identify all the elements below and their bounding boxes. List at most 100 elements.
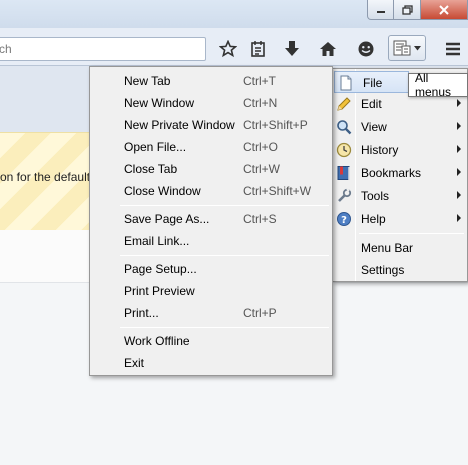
notification-text: on for the default <box>0 170 91 184</box>
all-menus-item-help[interactable]: ? Help <box>333 208 467 230</box>
menu-item-label: Work Offline <box>124 334 190 348</box>
download-icon <box>285 41 299 56</box>
all-menus-item-menu-bar[interactable]: Menu Bar <box>333 237 467 259</box>
menu-item-shortcut: Ctrl+O <box>243 140 279 154</box>
menu-item-new-tab[interactable]: New Tab Ctrl+T <box>90 70 332 92</box>
all-menus-item-tools[interactable]: Tools <box>333 185 467 207</box>
star-icon <box>219 40 237 58</box>
menu-item-label: New Window <box>124 96 195 110</box>
maximize-button[interactable] <box>394 0 421 20</box>
home-button[interactable] <box>316 37 340 61</box>
bookmark-star-button[interactable] <box>216 37 240 61</box>
all-menus-item-label: Menu Bar <box>361 241 414 255</box>
menu-item-print-preview[interactable]: Print Preview <box>90 280 332 302</box>
menu-item-label: New Tab <box>124 74 171 88</box>
menu-item-label: Email Link... <box>124 234 190 248</box>
hamburger-menu-icon <box>446 42 460 56</box>
all-menus-item-label: Help <box>361 212 386 226</box>
clock-icon <box>336 142 352 158</box>
search-input[interactable]: rch <box>0 37 206 61</box>
all-menus-item-label: View <box>361 120 387 134</box>
menu-separator <box>120 255 329 256</box>
menu-item-shortcut: Ctrl+T <box>243 74 276 88</box>
menu-item-close-tab[interactable]: Close Tab Ctrl+W <box>90 158 332 180</box>
all-menus-icon <box>393 40 411 56</box>
menu-item-label: New Private Window <box>124 118 235 132</box>
menu-item-shortcut: Ctrl+N <box>243 96 278 110</box>
minimize-button[interactable] <box>367 0 394 20</box>
menu-item-email-link[interactable]: Email Link... <box>90 230 332 252</box>
tools-icon <box>338 188 352 202</box>
smiley-icon <box>358 41 374 57</box>
menu-item-label: Open File... <box>124 140 187 154</box>
help-icon: ? <box>337 212 351 226</box>
menu-separator <box>120 327 329 328</box>
menu-item-shortcut: Ctrl+S <box>243 212 277 226</box>
window-titlebar <box>0 0 468 28</box>
all-menus-item-bookmarks[interactable]: Bookmarks <box>333 162 467 184</box>
menu-item-work-offline[interactable]: Work Offline <box>90 330 332 352</box>
navigation-toolbar: rch <box>0 28 468 66</box>
menu-item-print[interactable]: Print... Ctrl+P <box>90 302 332 324</box>
window-controls <box>367 0 468 20</box>
home-icon <box>320 42 336 56</box>
submenu-arrow-icon <box>457 191 461 199</box>
chevron-down-icon <box>414 45 421 50</box>
all-menus-item-label: Edit <box>361 97 382 111</box>
open-menu-button[interactable] <box>441 37 465 61</box>
search-placeholder: rch <box>0 42 12 56</box>
menu-item-new-window[interactable]: New Window Ctrl+N <box>90 92 332 114</box>
all-menus-dropdown: File Edit View History Bookmarks Tools ?… <box>332 68 468 282</box>
close-window-button[interactable] <box>421 0 468 20</box>
submenu-arrow-icon <box>457 168 461 176</box>
menu-item-label: Exit <box>124 356 145 370</box>
file-icon <box>340 75 352 91</box>
bookmarks-icon <box>337 166 350 180</box>
menu-item-label: Save Page As... <box>124 212 210 226</box>
menu-item-shortcut: Ctrl+W <box>243 162 280 176</box>
submenu-arrow-icon <box>457 99 461 107</box>
menu-item-new-private-window[interactable]: New Private Window Ctrl+Shift+P <box>90 114 332 136</box>
reading-list-button[interactable] <box>246 37 270 61</box>
all-menus-tooltip: All menus <box>408 71 468 99</box>
menu-separator <box>359 233 464 234</box>
minimize-icon <box>376 10 385 13</box>
all-menus-item-label: Settings <box>361 263 405 277</box>
restore-icon <box>401 4 413 15</box>
reading-list-icon <box>251 41 265 57</box>
all-menus-item-label: History <box>361 143 399 157</box>
submenu-arrow-icon <box>457 214 461 222</box>
menu-separator <box>120 205 329 206</box>
all-menus-button[interactable] <box>388 35 426 61</box>
menu-item-label: Page Setup... <box>124 262 197 276</box>
menu-item-shortcut: Ctrl+Shift+W <box>243 184 312 198</box>
svg-text:?: ? <box>341 215 347 226</box>
pencil-icon <box>337 97 351 111</box>
all-menus-item-label: Bookmarks <box>361 166 422 180</box>
tooltip-label: All menus <box>415 71 452 99</box>
menu-item-close-window[interactable]: Close Window Ctrl+Shift+W <box>90 180 332 202</box>
menu-item-shortcut: Ctrl+P <box>243 306 277 320</box>
close-icon <box>439 4 449 15</box>
downloads-button[interactable] <box>280 37 304 61</box>
menu-item-label: Print Preview <box>124 284 195 298</box>
all-menus-item-view[interactable]: View <box>333 116 467 138</box>
menu-item-page-setup[interactable]: Page Setup... <box>90 258 332 280</box>
file-submenu: New Tab Ctrl+T New Window Ctrl+N New Pri… <box>89 66 333 376</box>
menu-item-save-page-as[interactable]: Save Page As... Ctrl+S <box>90 208 332 230</box>
magnifier-icon <box>337 120 352 135</box>
all-menus-item-label: Tools <box>361 189 390 203</box>
all-menus-item-history[interactable]: History <box>333 139 467 161</box>
menu-item-shortcut: Ctrl+Shift+P <box>243 118 308 132</box>
menu-item-label: Close Tab <box>124 162 178 176</box>
submenu-arrow-icon <box>457 122 461 130</box>
menu-item-label: Close Window <box>124 184 201 198</box>
all-menus-item-file[interactable]: File <box>334 71 409 93</box>
all-menus-item-settings[interactable]: Settings <box>333 259 467 281</box>
menu-item-open-file[interactable]: Open File... Ctrl+O <box>90 136 332 158</box>
menu-item-exit[interactable]: Exit <box>90 352 332 374</box>
menu-item-label: Print... <box>124 306 159 320</box>
submenu-arrow-icon <box>457 145 461 153</box>
social-button[interactable] <box>354 37 378 61</box>
all-menus-item-label: File <box>363 76 383 90</box>
